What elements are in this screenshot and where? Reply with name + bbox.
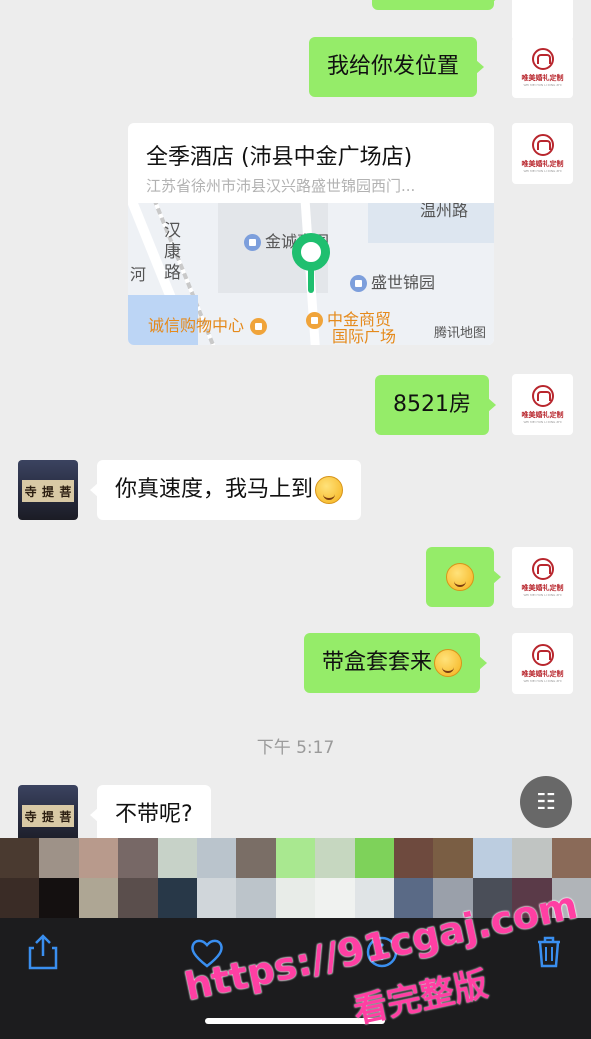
brand-name: 唯美婚礼定制 (521, 411, 564, 419)
trash-icon[interactable] (536, 936, 562, 974)
brand-logo-icon (531, 134, 554, 156)
map-label-poi: 盛世锦园 (350, 269, 435, 293)
brand-name: 唯美婚礼定制 (521, 670, 564, 678)
message-bubble-reply[interactable]: 不带呢? (90, 785, 211, 845)
avatar-sign: 寺提菩 (22, 805, 74, 827)
avatar-sign: 寺提菩 (22, 480, 74, 502)
share-icon[interactable] (28, 934, 58, 976)
message-text: 我给你发位置 (327, 53, 460, 79)
poi-icon (350, 275, 367, 292)
message-bubble-partial[interactable] (372, 0, 501, 10)
brand-sub: WEI MEI HUN LI DING ZHI (523, 420, 562, 424)
map-thumbnail: 汉康路 河 金诚嘉园 温州路 盛世锦园 诚信购物中心 中金商贸 国际广场 腾讯地… (128, 203, 494, 345)
message-bubble-location-intro[interactable]: 我给你发位置 (309, 37, 485, 97)
map-label-poi: 诚信购物中心 (148, 312, 271, 336)
message-text: 不带呢? (115, 801, 193, 827)
avatar-contact[interactable]: 寺提菩 (18, 460, 78, 520)
location-message-card[interactable]: 全季酒店 (沛县中金广场店) 江苏省徐州市沛县汉兴路盛世锦园西门... 汉康路 … (128, 123, 494, 345)
message-text: 8521房 (393, 391, 471, 417)
brand-sub: WEI MEI HUN LI DING ZHI (523, 593, 562, 597)
brand-sub: WEI MEI HUN LI DING ZHI (523, 679, 562, 683)
poi-icon (244, 234, 261, 251)
avatar-self[interactable]: 唯美婚礼定制 WEI MEI HUN LI DING ZHI (512, 123, 573, 184)
message-bubble-emoji[interactable] (426, 547, 501, 607)
poi-icon (250, 318, 268, 335)
brand-logo-icon (531, 644, 554, 666)
message-text: 带盒套套来 (322, 649, 433, 675)
avatar-self[interactable]: 唯美婚礼定制 WEI MEI HUN LI DING ZHI (512, 37, 573, 98)
map-label-road: 汉康路 (164, 221, 181, 283)
avatar-self[interactable]: 唯美婚礼定制 WEI MEI HUN LI DING ZHI (512, 374, 573, 435)
brand-name: 唯美婚礼定制 (521, 160, 564, 168)
map-label-river: 河 (130, 265, 147, 284)
location-address: 江苏省徐州市沛县汉兴路盛世锦园西门... (146, 177, 416, 195)
brand-logo-icon (531, 558, 554, 580)
poi-icon (306, 312, 323, 329)
avatar-self[interactable] (512, 0, 573, 41)
brand-sub: WEI MEI HUN LI DING ZHI (523, 83, 562, 87)
map-label-poi: 国际广场 (332, 327, 397, 345)
brand-name: 唯美婚礼定制 (521, 74, 564, 82)
laughing-tears-emoji-icon (434, 649, 463, 677)
map-pin-icon (292, 233, 330, 271)
brand-logo-icon (531, 48, 554, 70)
message-bubble-reply[interactable]: 你真速度，我马上到 (89, 460, 362, 520)
message-text: 你真速度，我马上到 (115, 476, 314, 502)
message-bubble-room[interactable]: 8521房 (375, 375, 496, 435)
avatar-self[interactable]: 唯美婚礼定制 WEI MEI HUN LI DING ZHI (512, 547, 573, 608)
avatar-self[interactable]: 唯美婚礼定制 WEI MEI HUN LI DING ZHI (512, 633, 573, 694)
map-label-road: 温州路 (420, 203, 469, 220)
smirk-emoji-icon (446, 563, 474, 591)
avatar-contact[interactable]: 寺提菩 (18, 785, 78, 845)
brand-name: 唯美婚礼定制 (521, 584, 564, 592)
scan-text-icon[interactable]: ☷ (520, 776, 572, 828)
message-timestamp: 下午 5:17 (256, 738, 335, 758)
chat-area: 我给你发位置 唯美婚礼定制 WEI MEI HUN LI DING ZHI 全季… (0, 0, 591, 845)
map-credit: 腾讯地图 (433, 326, 486, 341)
brand-sub: WEI MEI HUN LI DING ZHI (523, 169, 562, 173)
brand-logo-icon (531, 385, 554, 407)
location-name: 全季酒店 (沛县中金广场店) (146, 145, 413, 170)
message-bubble[interactable]: 带盒套套来 (304, 633, 488, 693)
grinning-emoji-icon (315, 476, 344, 504)
